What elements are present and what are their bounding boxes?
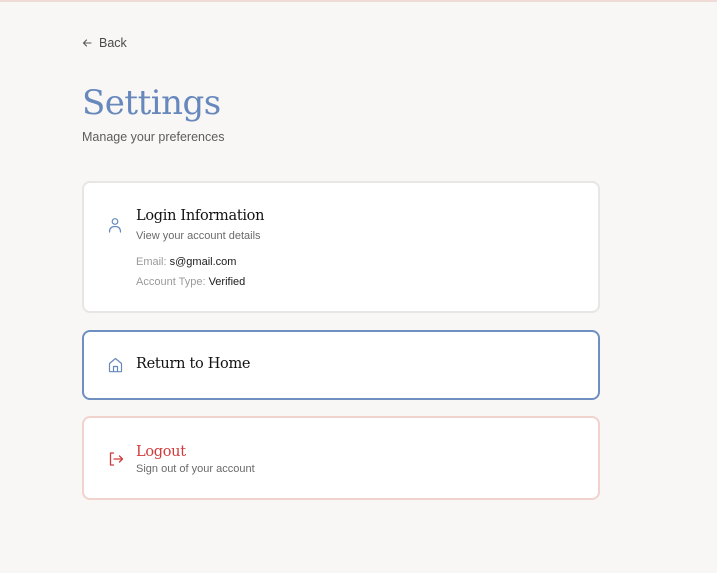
page-title: Settings <box>82 83 221 123</box>
page-subtitle: Manage your preferences <box>82 130 225 144</box>
logout-card-description: Sign out of your account <box>136 463 255 475</box>
login-card-title: Login Information <box>136 208 265 224</box>
logout-card-title: Logout <box>136 444 186 460</box>
login-information-card: Login Information View your account deta… <box>82 181 600 313</box>
arrow-left-icon <box>82 38 92 48</box>
home-card-title: Return to Home <box>136 356 251 372</box>
home-icon <box>108 357 123 378</box>
account-type-value: Verified <box>208 276 246 288</box>
email-label: Email: <box>136 256 167 268</box>
top-divider <box>0 0 717 2</box>
back-label: Back <box>99 36 127 50</box>
logout-button[interactable]: Logout Sign out of your account <box>82 416 600 500</box>
email-row: Email: s@gmail.com <box>136 256 236 268</box>
login-card-description: View your account details <box>136 230 261 242</box>
return-home-button[interactable]: Return to Home <box>82 330 600 400</box>
account-type-label: Account Type: <box>136 276 206 288</box>
user-icon <box>108 217 122 238</box>
logout-icon <box>108 451 124 472</box>
account-type-row: Account Type: Verified <box>136 276 245 288</box>
email-value: s@gmail.com <box>169 256 237 268</box>
back-button[interactable]: Back <box>82 36 127 50</box>
